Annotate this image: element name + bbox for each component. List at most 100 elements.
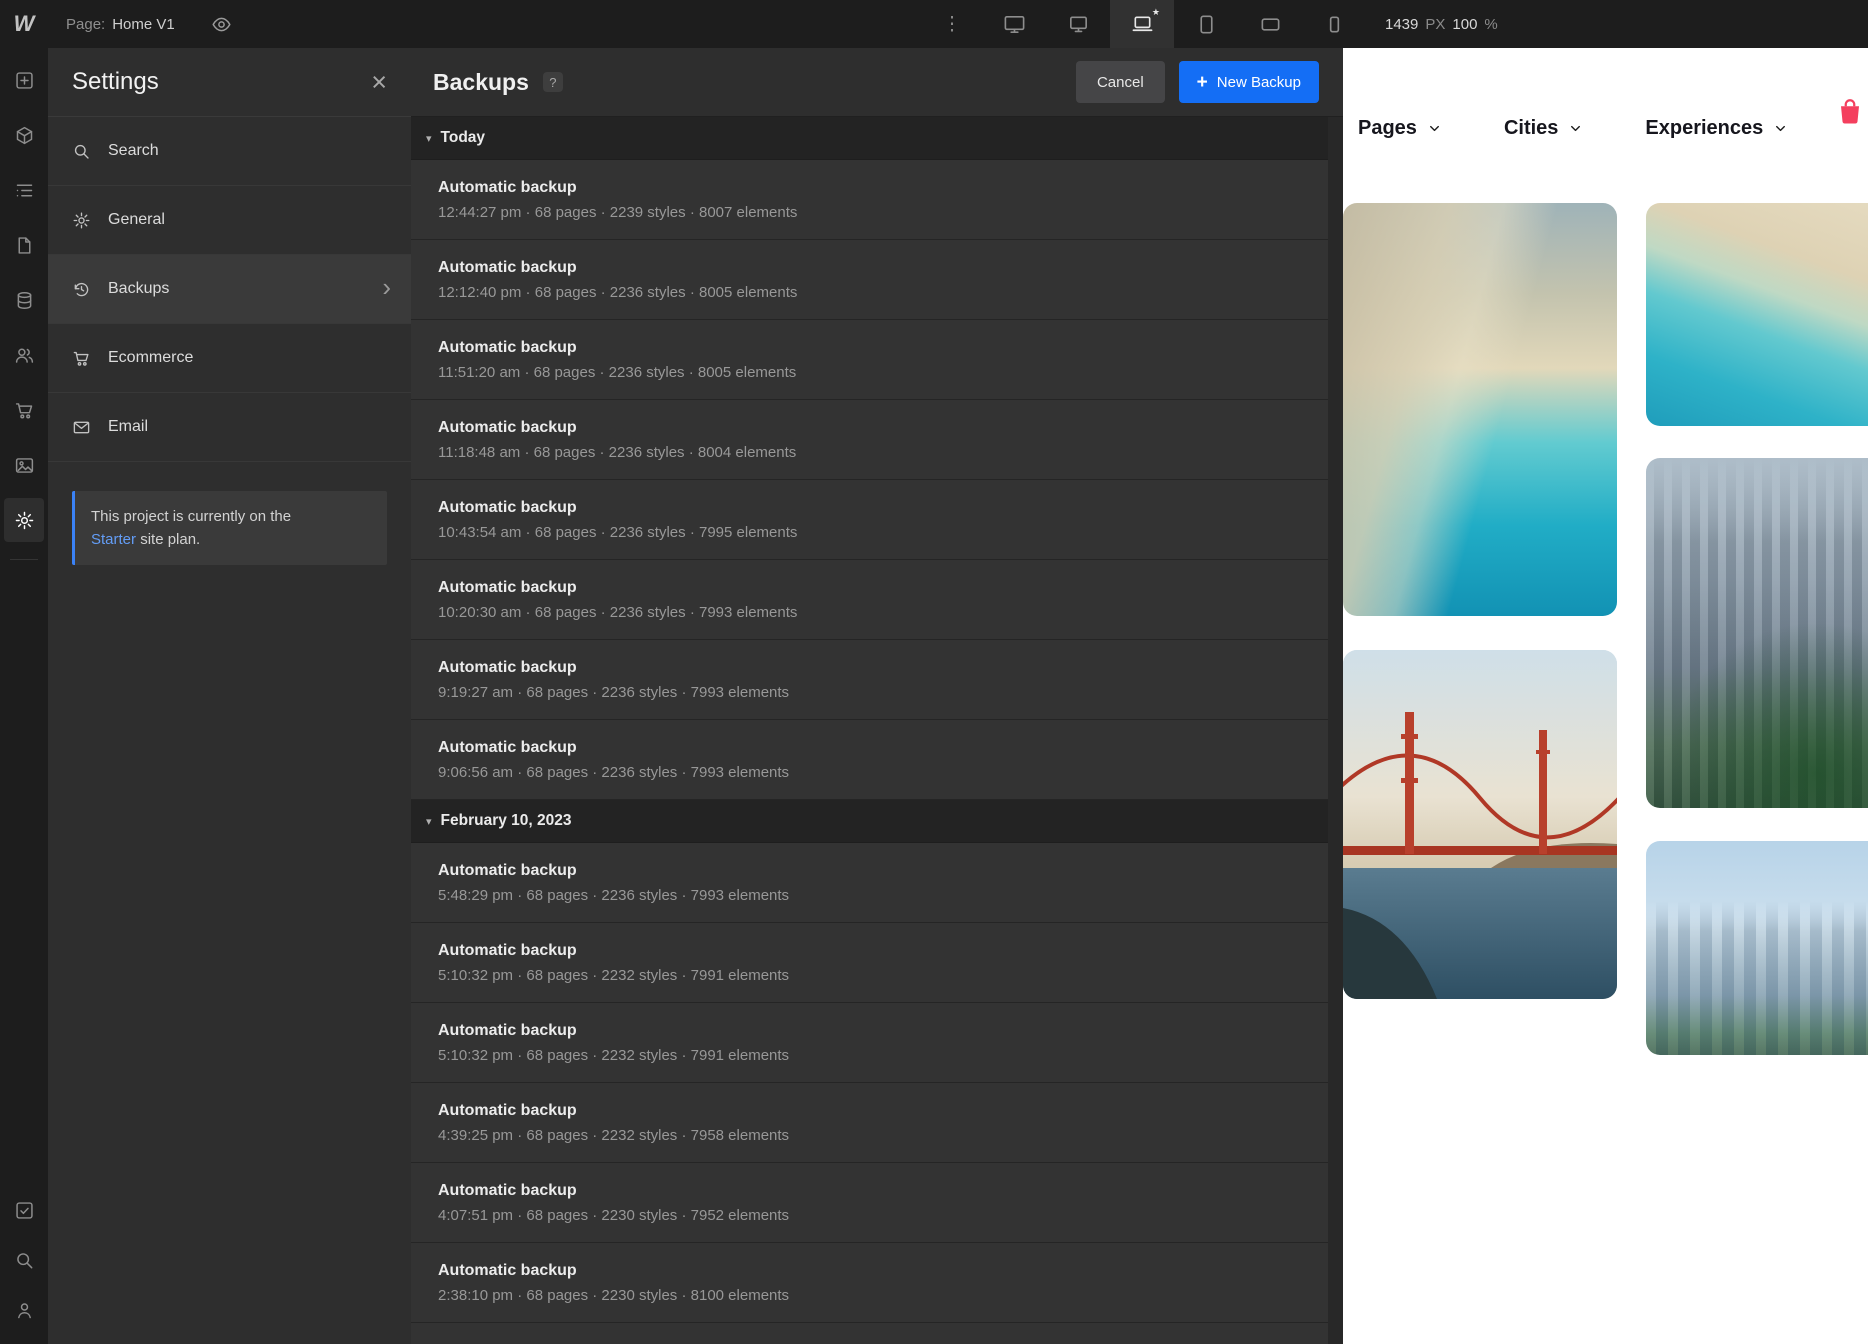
backup-item-title: Automatic backup: [438, 259, 1328, 277]
backup-list: ▾TodayAutomatic backup12:44:27 pm · 68 p…: [411, 117, 1328, 1344]
backup-item[interactable]: Automatic backup4:39:25 pm · 68 pages · …: [411, 1083, 1328, 1163]
backup-item-title: Automatic backup: [438, 942, 1328, 960]
chevron-right-icon: ›: [382, 278, 391, 300]
plan-notice-text: This project is currently on the: [91, 508, 291, 525]
settings-item-label: Backups: [108, 280, 169, 298]
settings-item-email[interactable]: Email: [48, 393, 411, 462]
breakpoint-laptop-base-icon[interactable]: ★: [1110, 0, 1174, 48]
nav-item-experiences[interactable]: Experiences: [1645, 117, 1788, 140]
photo-miami-skyline: [1646, 841, 1868, 1055]
nav-item-label: Pages: [1358, 117, 1417, 140]
backup-item[interactable]: Automatic backup 12:12:40 pm · 68 pages ·…: [411, 240, 1328, 320]
backup-item-title: Automatic backup: [438, 659, 1328, 677]
toolbar-divider: [10, 559, 38, 560]
community-icon[interactable]: [4, 1288, 44, 1332]
backup-group-date: Today: [441, 129, 486, 147]
settings-item-label: Search: [108, 142, 159, 160]
breakpoint-desktop-xl-icon[interactable]: [982, 0, 1046, 48]
settings-item-label: Email: [108, 418, 148, 436]
backup-item[interactable]: Automatic backup 5:48:29 pm · 68 pages · …: [411, 843, 1328, 923]
settings-item-search[interactable]: Search: [48, 117, 411, 186]
backup-item-title: Automatic backup: [438, 499, 1328, 517]
preview-eye-icon[interactable]: [211, 14, 232, 35]
settings-title: Settings: [72, 68, 159, 96]
canvas-width-unit: PX: [1425, 16, 1445, 33]
default-breakpoint-star-icon: ★: [1152, 7, 1160, 18]
backup-item[interactable]: Automatic backup9:06:56 am · 68 pages · …: [411, 720, 1328, 800]
backup-item[interactable]: Automatic backup10:43:54 am · 68 pages ·…: [411, 480, 1328, 560]
canvas-width-value[interactable]: 1439: [1385, 16, 1418, 33]
backup-item-title: Automatic backup: [438, 862, 1328, 880]
shopping-bag-icon[interactable]: [1835, 96, 1865, 126]
nav-item-label: Cities: [1504, 117, 1558, 140]
settings-item-label: General: [108, 211, 165, 229]
cart-icon: [72, 349, 91, 368]
chevron-down-icon: [1427, 121, 1442, 136]
settings-menu: Search General Backups › Ecommerce Email: [48, 117, 411, 462]
checklist-icon[interactable]: [4, 1188, 44, 1232]
backup-item[interactable]: Automatic backup12:44:27 pm · 68 pages ·…: [411, 160, 1328, 240]
backup-item[interactable]: Automatic backup 5:10:32 pm · 68 pages · …: [411, 1003, 1328, 1083]
page-selector[interactable]: Page: Home V1: [66, 16, 175, 33]
breakpoint-desktop-icon[interactable]: [1046, 0, 1110, 48]
backup-item[interactable]: Automatic backup5:10:32 pm · 68 pages · …: [411, 923, 1328, 1003]
backup-group-header[interactable]: ▾February 10, 2023: [411, 800, 1328, 843]
cms-icon[interactable]: [4, 278, 44, 322]
find-icon[interactable]: [4, 1238, 44, 1282]
backup-item-title: Automatic backup: [438, 1262, 1328, 1280]
assets-icon[interactable]: [4, 443, 44, 487]
pages-icon[interactable]: [4, 223, 44, 267]
settings-item-ecommerce[interactable]: Ecommerce: [48, 324, 411, 393]
more-options-icon[interactable]: ⋮: [938, 13, 966, 36]
canvas-dimensions: 1439 PX 100 %: [1385, 0, 1498, 48]
cancel-button[interactable]: Cancel: [1076, 61, 1165, 103]
ecommerce-icon[interactable]: [4, 388, 44, 432]
nav-item-cities[interactable]: Cities: [1504, 117, 1583, 140]
backup-item-details: 12:44:27 pm · 68 pages · 2239 styles · 8…: [438, 204, 1328, 221]
photo-beach-coastline-aerial: [1646, 203, 1868, 426]
settings-icon[interactable]: [4, 498, 44, 542]
backup-group-date: February 10, 2023: [441, 812, 572, 830]
backup-item[interactable]: Automatic backup11:18:48 am · 68 pages ·…: [411, 400, 1328, 480]
backup-item-title: Automatic backup: [438, 1022, 1328, 1040]
topbar-center: ⋮ ★: [938, 0, 1366, 48]
backup-item-title: Automatic backup: [438, 579, 1328, 597]
photo-city-street-skyscrapers: [1646, 458, 1868, 808]
breakpoint-tablet-icon[interactable]: [1174, 0, 1238, 48]
backup-item-details: 4:07:51 pm · 68 pages · 2230 styles · 79…: [438, 1207, 1328, 1224]
backup-item[interactable]: Automatic backup: [411, 1323, 1328, 1344]
new-backup-button[interactable]: + New Backup: [1179, 61, 1319, 103]
help-badge[interactable]: ?: [543, 72, 563, 92]
backup-item[interactable]: Automatic backup10:20:30 am · 68 pages ·…: [411, 560, 1328, 640]
backups-title: Backups: [433, 69, 529, 96]
users-icon[interactable]: [4, 333, 44, 377]
backup-item-details: 9:19:27 am · 68 pages · 2236 styles · 79…: [438, 684, 1328, 701]
webflow-logo-icon[interactable]: W: [0, 0, 48, 48]
breakpoint-mobile-portrait-icon[interactable]: [1302, 0, 1366, 48]
components-icon[interactable]: [4, 113, 44, 157]
add-elements-icon[interactable]: [4, 58, 44, 102]
backup-item-details: 12:12:40 pm · 68 pages · 2236 styles · 8…: [438, 284, 1328, 301]
preview-nav: Pages Cities Experiences: [1358, 110, 1788, 146]
golden-gate-illustration: [1343, 650, 1617, 999]
plan-link[interactable]: Starter: [91, 531, 136, 548]
nav-item-pages[interactable]: Pages: [1358, 117, 1442, 140]
navigator-icon[interactable]: [4, 168, 44, 212]
settings-item-general[interactable]: General: [48, 186, 411, 255]
backup-item[interactable]: Automatic backup 9:19:27 am · 68 pages · …: [411, 640, 1328, 720]
history-icon: [72, 280, 91, 299]
backup-item[interactable]: Automatic backup2:38:10 pm · 68 pages · …: [411, 1243, 1328, 1323]
backup-item-details: 5:48:29 pm · 68 pages · 2236 styles · 79…: [438, 887, 1328, 904]
collapse-triangle-icon: ▾: [426, 132, 432, 145]
backup-item-title: Automatic backup: [438, 1102, 1328, 1120]
settings-item-backups[interactable]: Backups ›: [48, 255, 411, 324]
backup-group-header[interactable]: ▾ Today: [411, 117, 1328, 160]
backup-item[interactable]: Automatic backup4:07:51 pm · 68 pages · …: [411, 1163, 1328, 1243]
breakpoint-mobile-landscape-icon[interactable]: [1238, 0, 1302, 48]
backup-item[interactable]: Automatic backup11:51:20 am · 68 pages ·…: [411, 320, 1328, 400]
backup-item-details: 5:10:32 pm · 68 pages · 2232 styles · 79…: [438, 1047, 1328, 1064]
close-icon[interactable]: ×: [371, 72, 387, 92]
zoom-value[interactable]: 100: [1452, 16, 1477, 33]
chevron-down-icon: [1568, 121, 1583, 136]
envelope-icon: [72, 418, 91, 437]
